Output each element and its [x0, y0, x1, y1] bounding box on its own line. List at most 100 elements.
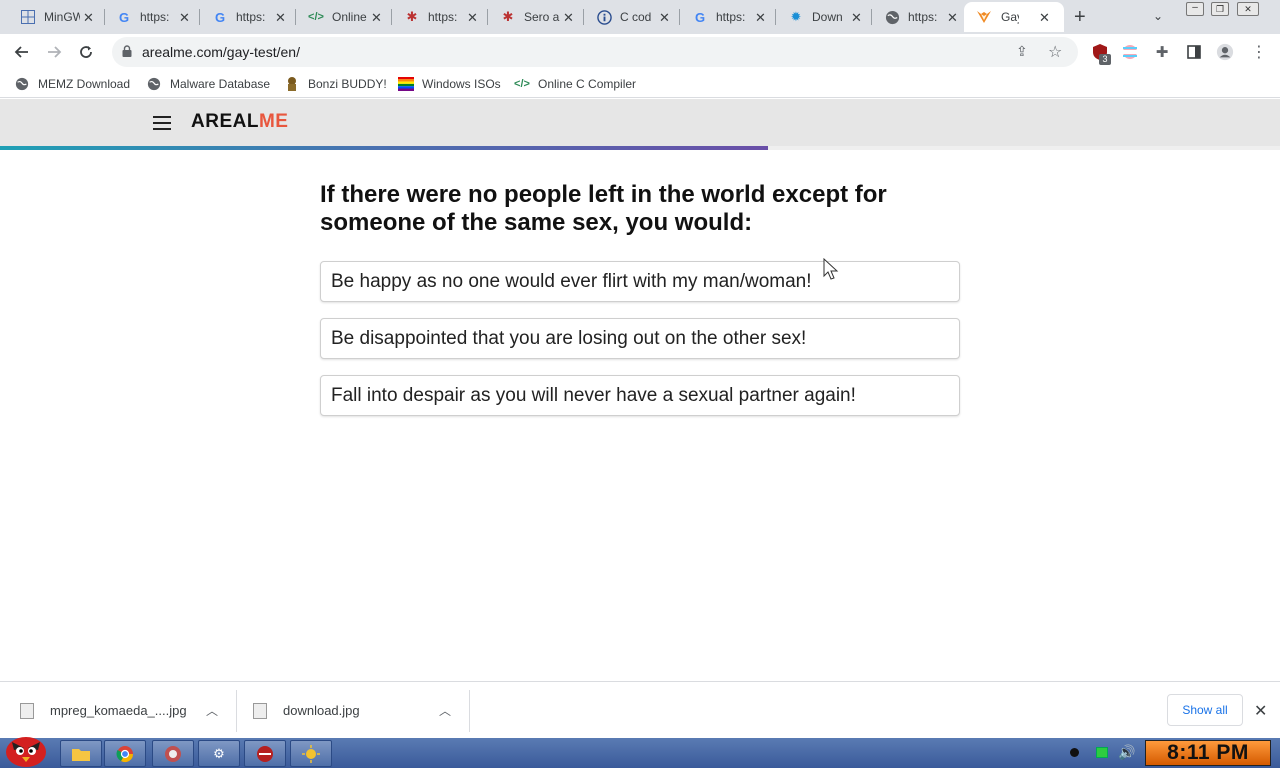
profile-avatar-icon[interactable]	[1216, 43, 1234, 61]
tab-c-code[interactable]: C cod ✕	[576, 2, 676, 32]
puzzle-extensions-icon[interactable]: ✚	[1153, 43, 1171, 61]
file-icon	[253, 702, 267, 719]
site-logo[interactable]: AREALME	[191, 111, 288, 133]
download-item-1[interactable]: mpreg_komaeda_....jpg ︿	[20, 682, 230, 739]
close-icon[interactable]: ✕	[1039, 10, 1050, 26]
tab-download[interactable]: ✹ Down ✕	[768, 2, 868, 32]
file-explorer-icon[interactable]	[60, 740, 102, 767]
tab-title: Gay T	[1001, 10, 1019, 24]
globe-icon	[146, 76, 162, 92]
start-button[interactable]	[2, 730, 50, 768]
file-icon	[20, 702, 34, 719]
reload-icon[interactable]	[74, 40, 98, 64]
browser-toolbar: arealme.com/gay-test/en/ ⇪ ☆ 3 ✚ ⋮	[0, 34, 1280, 70]
tab-title: https:	[428, 10, 458, 24]
extension-badge: 3	[1099, 54, 1111, 65]
tab-title: https:	[716, 10, 746, 24]
answer-option-2[interactable]: Be disappointed that you are losing out …	[320, 318, 960, 359]
globe-icon	[884, 9, 900, 25]
close-icon[interactable]: ✕	[83, 10, 94, 26]
close-icon[interactable]: ✕	[659, 10, 670, 26]
new-tab-button[interactable]: +	[1074, 6, 1086, 29]
close-icon[interactable]: ✕	[275, 10, 286, 26]
back-arrow-icon[interactable]	[10, 40, 34, 64]
chevron-up-icon[interactable]: ︿	[206, 702, 218, 719]
close-window-button[interactable]: ✕	[1237, 2, 1259, 16]
app-red-circle-icon[interactable]	[244, 740, 286, 767]
site-header: AREALME	[0, 99, 1280, 146]
address-bar[interactable]: arealme.com/gay-test/en/ ⇪ ☆	[112, 37, 1078, 67]
tab-strip: MinGW ✕ G https: ✕ G https: ✕ </> Online…	[0, 0, 1280, 34]
tab-title: Down	[812, 10, 843, 24]
url-text: arealme.com/gay-test/en/	[142, 44, 300, 60]
side-panel-icon[interactable]	[1185, 43, 1203, 61]
bug-icon: ✱	[406, 9, 418, 24]
taskbar-clock[interactable]: 8:11 PM	[1145, 740, 1271, 766]
bookmark-malware-db[interactable]: Malware Database	[146, 75, 270, 93]
kebab-menu-icon[interactable]: ⋮	[1250, 43, 1268, 61]
close-icon[interactable]: ✕	[563, 10, 574, 26]
google-icon: G	[694, 9, 706, 25]
lock-icon	[122, 45, 132, 57]
download-filename: mpreg_komaeda_....jpg	[50, 703, 187, 718]
bookmark-windows-isos[interactable]: Windows ISOs	[398, 75, 501, 93]
bookmark-online-c-compiler[interactable]: </> Online C Compiler	[514, 75, 636, 93]
download-item-2[interactable]: download.jpg ︿	[253, 682, 463, 739]
bookmark-label: Windows ISOs	[422, 77, 501, 91]
restore-button[interactable]: ❐	[1211, 2, 1229, 16]
bookmark-label: MEMZ Download	[38, 77, 131, 91]
os-taskbar: ⚙ 🔊 8:11 PM	[0, 737, 1280, 768]
gear-icon: ✹	[790, 9, 802, 24]
close-icon[interactable]: ✕	[467, 10, 478, 26]
network-icon[interactable]	[1096, 747, 1108, 758]
close-icon[interactable]: ✕	[947, 10, 958, 26]
bookmark-label: Bonzi BUDDY!	[308, 77, 387, 91]
show-all-button[interactable]: Show all	[1167, 694, 1243, 726]
volume-icon[interactable]: 🔊	[1118, 744, 1135, 761]
answer-option-3[interactable]: Fall into despair as you will never have…	[320, 375, 960, 416]
forward-arrow-icon[interactable]	[42, 40, 66, 64]
close-icon[interactable]: ✕	[851, 10, 862, 26]
tab-title: Sero a	[524, 10, 560, 24]
grid-icon	[20, 9, 36, 25]
info-icon	[596, 9, 612, 25]
bonzi-icon	[284, 76, 300, 92]
tab-bug-1[interactable]: ✱ https: ✕	[384, 2, 484, 32]
close-icon[interactable]: ✕	[179, 10, 190, 26]
minimize-button[interactable]: –	[1186, 2, 1204, 16]
share-icon[interactable]: ⇪	[1016, 43, 1028, 60]
app-sun-icon[interactable]	[290, 740, 332, 767]
close-icon[interactable]: ✕	[755, 10, 766, 26]
answer-option-1[interactable]: Be happy as no one would ever flirt with…	[320, 261, 960, 302]
bookmark-bonzi[interactable]: Bonzi BUDDY!	[284, 75, 387, 93]
bookmarks-bar: MEMZ Download Malware Database Bonzi BUD…	[0, 70, 1280, 98]
fox-icon	[976, 9, 992, 25]
tab-mingw[interactable]: MinGW ✕	[0, 2, 100, 32]
tray-dot-icon[interactable]	[1070, 748, 1079, 757]
bookmark-memz[interactable]: MEMZ Download	[14, 75, 130, 93]
tab-gay-test[interactable]: Gay T ✕	[964, 2, 1064, 32]
settings-gear-icon[interactable]: ⚙	[198, 740, 240, 767]
tab-title: https:	[236, 10, 266, 24]
app-brain-icon[interactable]	[152, 740, 194, 767]
tab-google-3[interactable]: G https: ✕	[672, 2, 772, 32]
quiz-question: If there were no people left in the worl…	[320, 181, 887, 236]
system-tray: 🔊	[1060, 738, 1140, 768]
chrome-icon[interactable]	[104, 740, 146, 767]
mouse-cursor-icon	[823, 258, 839, 280]
tab-online-compiler[interactable]: </> Online ✕	[288, 2, 388, 32]
close-icon[interactable]: ✕	[371, 10, 382, 26]
tab-title: MinGW	[44, 10, 80, 24]
close-icon[interactable]: ✕	[1254, 701, 1267, 721]
hamburger-menu-icon[interactable]	[153, 116, 171, 130]
tab-search-chevron-icon[interactable]: ⌄	[1153, 9, 1163, 23]
tab-title: Online	[332, 10, 367, 24]
tab-google-2[interactable]: G https: ✕	[192, 2, 292, 32]
tab-google-1[interactable]: G https: ✕	[96, 2, 196, 32]
pride-flag-extension-icon[interactable]	[1121, 43, 1139, 61]
chevron-up-icon[interactable]: ︿	[439, 702, 451, 719]
bookmark-star-icon[interactable]: ☆	[1048, 42, 1062, 62]
tab-globe[interactable]: https: ✕	[864, 2, 964, 32]
code-icon: </>	[514, 78, 530, 90]
tab-sero[interactable]: ✱ Sero a ✕	[480, 2, 580, 32]
